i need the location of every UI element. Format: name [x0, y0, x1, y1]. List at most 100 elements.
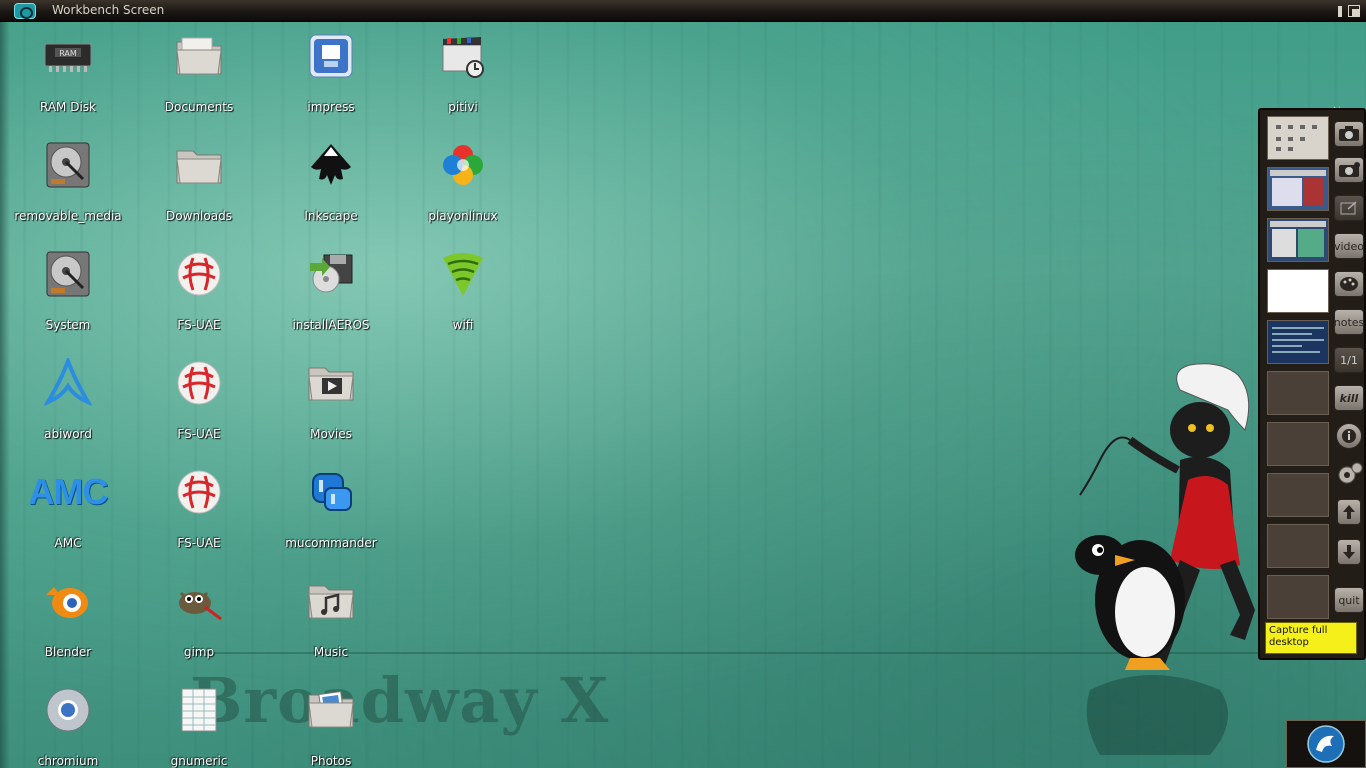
- move-up-button[interactable]: [1332, 496, 1366, 528]
- notes-button[interactable]: notes: [1332, 306, 1366, 338]
- empty-thumbnail-slot: [1267, 371, 1329, 415]
- export-button[interactable]: [1332, 192, 1366, 224]
- fs-uae-icon: [173, 357, 225, 409]
- hard-drive-icon: [42, 139, 94, 191]
- abiword-icon: [42, 357, 94, 409]
- desktop-icon-fs-uae-3[interactable]: FS-UAE: [139, 462, 259, 562]
- desktop-icon-fs-uae[interactable]: FS-UAE: [139, 244, 259, 344]
- icon-label: installAEROS: [292, 318, 370, 332]
- icon-label: Documents: [164, 100, 234, 114]
- screenshot-thumbnail[interactable]: [1267, 116, 1329, 160]
- workbench-logo-icon[interactable]: [14, 3, 36, 19]
- quit-icon: quit: [1334, 587, 1364, 613]
- icon-label: FS-UAE: [177, 427, 221, 441]
- icon-label: Music: [313, 645, 349, 659]
- desktop-icon-ram-disk[interactable]: RAM RAM Disk: [8, 26, 128, 126]
- page-counter-button[interactable]: 1/1: [1332, 344, 1366, 376]
- icon-label: abiword: [44, 427, 92, 441]
- gimp-icon: [173, 575, 225, 627]
- gear-icon: [1334, 461, 1364, 487]
- screenshot-thumbnail[interactable]: [1267, 320, 1329, 364]
- icon-label: Photos: [310, 754, 352, 768]
- blender-icon: [42, 575, 94, 627]
- icon-label: FS-UAE: [177, 536, 221, 550]
- notes-label: notes: [1333, 315, 1365, 329]
- corner-launcher-button[interactable]: [1286, 720, 1366, 768]
- empty-thumbnail-slot: [1267, 575, 1329, 619]
- ram-disk-icon: RAM: [42, 30, 94, 82]
- fs-uae-icon: [173, 248, 225, 300]
- depth-gadget-icon[interactable]: [1338, 6, 1342, 17]
- desktop-icon-photos[interactable]: Photos: [271, 680, 391, 768]
- screenshot-panel: video notes 1/1 kill quit: [1258, 108, 1366, 660]
- screenshot-thumbnail[interactable]: [1267, 218, 1329, 262]
- empty-thumbnail-slot: [1267, 422, 1329, 466]
- icon-label: gnumeric: [170, 754, 228, 768]
- desktop-icon-removable-media[interactable]: removable_media: [8, 135, 128, 235]
- hard-drive-icon: [42, 248, 94, 300]
- desktop-icon-pitivi[interactable]: pitivi: [403, 26, 523, 126]
- desktop-icon-installaeros[interactable]: installAEROS: [271, 244, 391, 344]
- icon-label: RAM Disk: [39, 100, 96, 114]
- screenshot-thumbnail[interactable]: [1267, 269, 1329, 313]
- empty-thumbnail-slot: [1267, 473, 1329, 517]
- desktop-icon-gimp[interactable]: gimp: [139, 571, 259, 671]
- desktop-icon-impress[interactable]: impress: [271, 26, 391, 126]
- icon-label: chromium: [37, 754, 99, 768]
- svg-text:RAM: RAM: [59, 49, 77, 58]
- icon-label: wifi: [452, 318, 474, 332]
- capture-button[interactable]: [1332, 118, 1366, 150]
- move-down-button[interactable]: [1332, 536, 1366, 568]
- kill-icon: kill: [1334, 385, 1364, 411]
- fs-uae-icon: [173, 466, 225, 518]
- info-button[interactable]: [1332, 420, 1366, 452]
- video-button[interactable]: video: [1332, 230, 1366, 262]
- install-icon: [305, 248, 357, 300]
- arrow-up-icon: [1337, 499, 1361, 525]
- export-icon: [1334, 195, 1364, 221]
- chromium-icon: [42, 684, 94, 736]
- desktop-icon-gnumeric[interactable]: gnumeric: [139, 680, 259, 768]
- desktop-icon-chromium[interactable]: chromium: [8, 680, 128, 768]
- desktop-icon-movies[interactable]: Movies: [271, 353, 391, 453]
- icon-label: AMC: [54, 536, 82, 550]
- desktop-icon-fs-uae-2[interactable]: FS-UAE: [139, 353, 259, 453]
- music-icon: [305, 575, 357, 627]
- kill-label: kill: [1339, 391, 1359, 405]
- icon-label: gimp: [183, 645, 215, 659]
- folder-icon: [173, 30, 225, 82]
- quit-button[interactable]: quit: [1332, 584, 1366, 616]
- kill-button[interactable]: kill: [1332, 382, 1366, 414]
- quit-label: quit: [1338, 593, 1360, 607]
- desktop-icon-inkscape[interactable]: Inkscape: [271, 135, 391, 235]
- mucommander-icon: [305, 466, 357, 518]
- desktop-icon-music[interactable]: Music: [271, 571, 391, 671]
- icon-label: playonlinux: [428, 209, 498, 223]
- arrow-down-icon: [1337, 539, 1361, 565]
- desktop-icon-system[interactable]: System: [8, 244, 128, 344]
- page-counter-icon: 1/1: [1334, 347, 1364, 373]
- screen-depth-icon[interactable]: [1348, 5, 1360, 17]
- desktop-icon-playonlinux[interactable]: playonlinux: [403, 135, 523, 235]
- desktop-icon-mucommander[interactable]: mucommander: [271, 462, 391, 562]
- notes-icon: notes: [1334, 309, 1364, 335]
- desktop-icon-documents[interactable]: Documents: [139, 26, 259, 126]
- camera-icon: [1334, 121, 1364, 147]
- wifi-icon: [437, 248, 489, 300]
- launcher-logo-icon: [1307, 725, 1345, 763]
- settings-button[interactable]: [1332, 458, 1366, 490]
- screenshot-thumbnail[interactable]: [1267, 167, 1329, 211]
- pitivi-icon: [437, 30, 489, 82]
- desktop-icon-downloads[interactable]: Downloads: [139, 135, 259, 235]
- photos-icon: [305, 684, 357, 736]
- paint-button[interactable]: [1332, 268, 1366, 300]
- icon-label: Blender: [44, 645, 92, 659]
- capture-delay-button[interactable]: [1332, 154, 1366, 186]
- desktop-icon-blender[interactable]: Blender: [8, 571, 128, 671]
- impress-icon: [305, 30, 357, 82]
- desktop-icon-abiword[interactable]: abiword: [8, 353, 128, 453]
- video-label: video: [1333, 239, 1365, 253]
- desktop-icon-amc[interactable]: AMC AMC: [8, 462, 128, 562]
- desktop-icon-wifi[interactable]: wifi: [403, 244, 523, 344]
- camera-timer-icon: [1334, 157, 1364, 183]
